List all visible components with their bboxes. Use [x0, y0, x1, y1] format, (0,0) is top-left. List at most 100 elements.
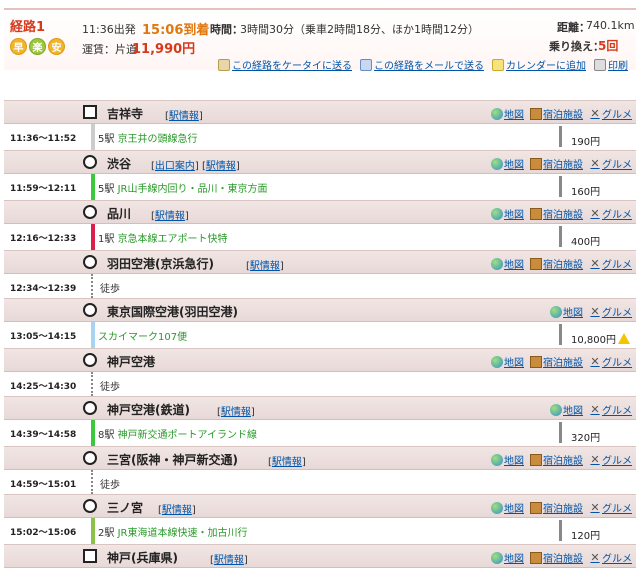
send-mobile-link[interactable]: この経路をケータイに送る — [218, 57, 352, 72]
fork-knife-icon: ✕ — [590, 551, 600, 564]
globe-icon — [550, 403, 562, 416]
gourmet-link[interactable]: ✕ グルメ — [589, 354, 632, 369]
print-link[interactable]: 印刷 — [594, 57, 628, 72]
leg-line-name: 神戸新交通ポートアイランド線 — [117, 430, 258, 441]
map-link[interactable]: 地図 — [491, 354, 524, 369]
gourmet-link[interactable]: ✕ グルメ — [589, 550, 632, 565]
hotel-label: 宿泊施設 — [543, 210, 583, 221]
globe-icon — [491, 207, 503, 220]
hotel-link[interactable]: 宿泊施設 — [530, 550, 583, 565]
station-row: 神戸(兵庫県) [駅情報] 地図 宿泊施設 ✕ グルメ — [4, 544, 636, 568]
gourmet-link[interactable]: ✕ グルメ — [589, 106, 632, 121]
station-info-link[interactable]: 駅情報 — [162, 505, 192, 516]
map-link[interactable]: 地図 — [491, 206, 524, 221]
station-row: 吉祥寺 [駅情報] 地図 宿泊施設 ✕ グルメ — [4, 100, 636, 124]
station-tools: 地図 宿泊施設 ✕ グルメ — [491, 156, 632, 171]
gourmet-label: グルメ — [602, 504, 632, 515]
station-info-link[interactable]: 駅情報 — [206, 161, 236, 172]
hotel-label: 宿泊施設 — [543, 160, 583, 171]
station-info-link[interactable]: 出口案内 — [155, 161, 195, 172]
leg-time: 13:05～14:15 — [10, 332, 77, 342]
map-label: 地図 — [504, 358, 524, 369]
leg-time: 14:59～15:01 — [10, 480, 77, 490]
duration-label: 時間： — [210, 23, 243, 36]
station-row: 東京国際空港(羽田空港) 地図 ✕ グルメ — [4, 298, 636, 322]
hotel-link[interactable]: 宿泊施設 — [530, 354, 583, 369]
mail-icon — [360, 58, 372, 71]
gourmet-label: グルメ — [602, 160, 632, 171]
station-name: 三ノ宮 — [107, 501, 144, 515]
endpoint-square-icon — [83, 549, 97, 563]
map-link[interactable]: 地図 — [491, 106, 524, 121]
line-color-bar — [91, 124, 95, 150]
leg-fare: 400円 — [559, 226, 601, 248]
hotel-link[interactable]: 宿泊施設 — [530, 156, 583, 171]
station-circle-icon — [83, 451, 97, 465]
leg-line-name: スカイマーク107便 — [98, 332, 188, 343]
station-links: [駅情報] — [158, 505, 196, 516]
station-info-link[interactable]: 駅情報 — [221, 407, 251, 418]
leg-stops: 1駅 — [98, 234, 115, 245]
hotel-link[interactable]: 宿泊施設 — [530, 452, 583, 467]
map-link[interactable]: 地図 — [491, 550, 524, 565]
hotel-link[interactable]: 宿泊施設 — [530, 256, 583, 271]
station-tools: 地図 宿泊施設 ✕ グルメ — [491, 500, 632, 515]
walk-label: 徒歩 — [100, 480, 120, 491]
walk-connector — [91, 274, 93, 298]
station-circle-icon — [83, 255, 97, 269]
leg-fare-value: 400円 — [571, 237, 601, 248]
gourmet-link[interactable]: ✕ グルメ — [589, 206, 632, 221]
send-mail-link[interactable]: この経路をメールで送る — [360, 57, 484, 72]
station-info-link[interactable]: 駅情報 — [250, 261, 280, 272]
fork-knife-icon: ✕ — [590, 453, 600, 466]
walk-row: 12:34～12:39 徒歩 — [4, 274, 636, 298]
station-info-link[interactable]: 駅情報 — [169, 111, 199, 122]
leg-row: 11:36～11:52 5駅 京王井の頭線急行 190円 — [4, 124, 636, 150]
map-link[interactable]: 地図 — [491, 156, 524, 171]
station-tools: 地図 宿泊施設 ✕ グルメ — [491, 550, 632, 565]
map-link[interactable]: 地図 — [491, 256, 524, 271]
station-tools: 地図 宿泊施設 ✕ グルメ — [491, 354, 632, 369]
globe-icon — [491, 551, 503, 564]
add-calendar-label: カレンダーに追加 — [506, 61, 586, 72]
station-circle-icon — [83, 205, 97, 219]
hotel-link[interactable]: 宿泊施設 — [530, 500, 583, 515]
globe-icon — [491, 355, 503, 368]
mobile-phone-icon — [218, 58, 230, 71]
station-circle-icon — [83, 353, 97, 367]
hotel-link[interactable]: 宿泊施設 — [530, 206, 583, 221]
gourmet-link[interactable]: ✕ グルメ — [589, 256, 632, 271]
map-link[interactable]: 地図 — [550, 304, 583, 319]
leg-fare: 10,800円 — [559, 324, 630, 346]
leg-row: 14:39～14:58 8駅 神戸新交通ポートアイランド線 320円 — [4, 420, 636, 446]
map-link[interactable]: 地図 — [550, 402, 583, 417]
leg-fare: 190円 — [559, 126, 600, 148]
station-info-link[interactable]: 駅情報 — [272, 457, 302, 468]
station-name: 品川 — [107, 207, 132, 221]
station-circle-icon — [83, 499, 97, 513]
gourmet-label: グルメ — [602, 308, 632, 319]
station-info-link[interactable]: 駅情報 — [155, 211, 185, 222]
gourmet-link[interactable]: ✕ グルメ — [589, 402, 632, 417]
fork-knife-icon: ✕ — [590, 207, 600, 220]
leg-info: 5駅 京王井の頭線急行 — [98, 130, 198, 145]
station-name: 羽田空港(京浜急行) — [107, 257, 214, 271]
gourmet-link[interactable]: ✕ グルメ — [589, 156, 632, 171]
gourmet-link[interactable]: ✕ グルメ — [589, 304, 632, 319]
map-link[interactable]: 地図 — [491, 452, 524, 467]
station-info-link[interactable]: 駅情報 — [214, 555, 244, 566]
gourmet-label: グルメ — [602, 210, 632, 221]
add-calendar-link[interactable]: カレンダーに追加 — [492, 57, 586, 72]
route-actions: この経路をケータイに送る この経路をメールで送る カレンダーに追加 印刷 — [218, 57, 628, 72]
station-links: [駅情報] — [268, 457, 306, 468]
arrival-time: 15:06到着 — [142, 23, 210, 38]
gourmet-link[interactable]: ✕ グルメ — [589, 452, 632, 467]
hotel-icon — [530, 453, 542, 466]
leg-line-name: 京急本線エアポート快特 — [117, 234, 228, 245]
map-link[interactable]: 地図 — [491, 500, 524, 515]
calendar-icon — [492, 58, 504, 71]
hotel-link[interactable]: 宿泊施設 — [530, 106, 583, 121]
leg-time: 14:25～14:30 — [10, 382, 77, 392]
gourmet-link[interactable]: ✕ グルメ — [589, 500, 632, 515]
fork-knife-icon: ✕ — [590, 157, 600, 170]
